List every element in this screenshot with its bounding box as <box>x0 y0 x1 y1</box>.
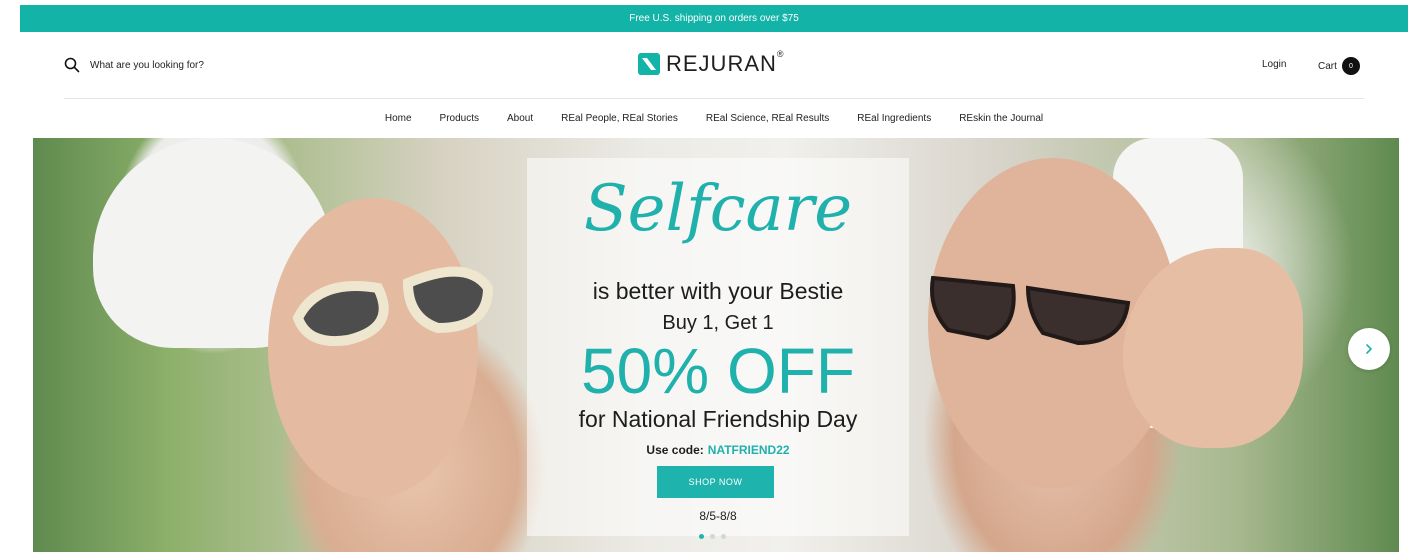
header-divider <box>64 98 1364 99</box>
nav-item-about[interactable]: About <box>507 113 533 124</box>
carousel-dot-1[interactable] <box>699 534 704 539</box>
nav-item-real-ingredients[interactable]: REal Ingredients <box>857 113 931 124</box>
promo-line-bogo: Buy 1, Get 1 <box>662 312 774 334</box>
hero-image-right-sunglasses <box>930 275 1131 346</box>
promo-script-title: Selfcare <box>583 172 853 246</box>
cart-label: Cart <box>1318 60 1337 72</box>
cart-count-badge: 0 <box>1341 57 1360 75</box>
promo-line-bestie: is better with your Bestie <box>592 278 844 304</box>
logo-text: REJURAN® <box>666 49 785 76</box>
main-nav: Home Products About REal People, REal St… <box>0 100 1428 137</box>
site-header: REJURAN® Login Cart 0 <box>0 32 1428 100</box>
nav-item-real-people[interactable]: REal People, REal Stories <box>561 113 678 124</box>
promo-discount: 50% OFF <box>581 335 855 407</box>
nav-item-real-science[interactable]: REal Science, REal Results <box>706 113 829 124</box>
promo-line-occasion: for National Friendship Day <box>578 406 858 432</box>
carousel-dot-2[interactable] <box>710 534 715 539</box>
nav-item-products[interactable]: Products <box>440 113 479 124</box>
nav-item-reskin-journal[interactable]: REskin the Journal <box>959 113 1043 124</box>
site-logo[interactable]: REJURAN® <box>638 49 785 77</box>
hero-banner[interactable]: Selfcare is better with your Bestie Buy … <box>33 138 1399 552</box>
nav-item-home[interactable]: Home <box>385 113 412 124</box>
hero-image-left-model <box>268 198 478 498</box>
promo-code-row: Use code: NATFRIEND22 <box>527 443 909 457</box>
search-icon[interactable] <box>64 57 80 73</box>
rejuran-logo-icon <box>638 53 660 75</box>
promo-dates: 8/5-8/8 <box>699 509 737 523</box>
login-link[interactable]: Login <box>1262 59 1286 70</box>
announcement-text: Free U.S. shipping on orders over $75 <box>629 13 799 24</box>
search-input[interactable] <box>90 59 320 71</box>
carousel-dots <box>699 534 726 539</box>
promo-code-value: NATFRIEND22 <box>707 443 790 457</box>
carousel-dot-3[interactable] <box>721 534 726 539</box>
promo-code-label: Use code: <box>646 443 704 457</box>
search-bar[interactable] <box>64 57 320 73</box>
cart-link[interactable]: Cart 0 <box>1318 57 1360 75</box>
hero-image-left-sunglasses <box>292 266 494 346</box>
chevron-right-icon <box>1366 344 1372 354</box>
carousel-next-button[interactable] <box>1348 328 1390 370</box>
announcement-bar: Free U.S. shipping on orders over $75 <box>20 5 1408 32</box>
shop-now-button[interactable]: SHOP NOW <box>657 466 774 498</box>
